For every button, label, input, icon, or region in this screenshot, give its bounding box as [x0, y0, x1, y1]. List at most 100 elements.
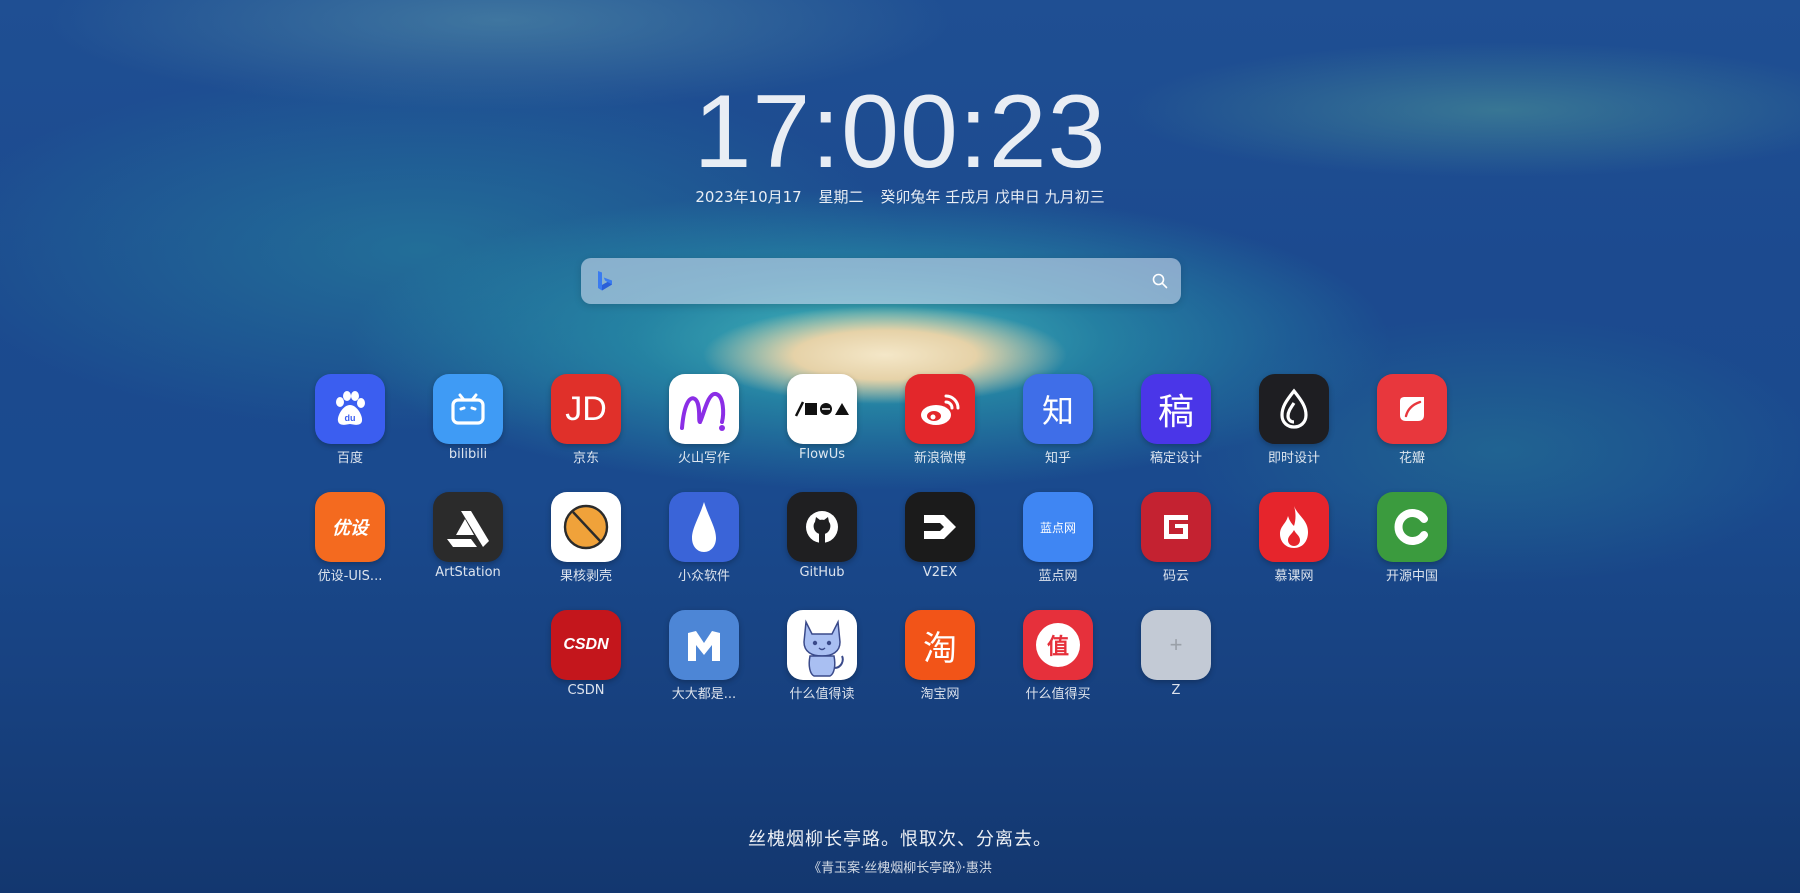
shortcut-taobao[interactable]: 淘 淘宝网 — [890, 610, 990, 702]
shortcut-jd[interactable]: JD 京东 — [536, 374, 636, 466]
shortcut-label: 优设-UIS... — [317, 569, 383, 584]
shortcut-artstation[interactable]: ArtStation — [418, 492, 518, 580]
github-icon[interactable] — [787, 492, 857, 562]
date-line: 2023年10月17 星期二 癸卯兔年 壬戌月 戊申日 九月初三 — [0, 186, 1800, 207]
shortcut-bilibili[interactable]: bilibili — [418, 374, 518, 462]
smzdm-badge: 值 — [1036, 623, 1080, 667]
shortcut-dadadu[interactable]: 大大都是... — [654, 610, 754, 702]
shortcut-weibo[interactable]: 新浪微博 — [890, 374, 990, 466]
shortcut-label: 即时设计 — [1267, 451, 1320, 466]
jd-text: JD — [565, 389, 607, 428]
flame-icon[interactable] — [1259, 492, 1329, 562]
shortcut-label: GitHub — [799, 565, 845, 580]
bilibili-tv-icon[interactable] — [433, 374, 503, 444]
shortcut-jishi[interactable]: 即时设计 — [1244, 374, 1344, 466]
shortcut-label: 什么值得读 — [789, 687, 855, 702]
plus-text: + — [1169, 632, 1183, 657]
shortcut-label: 知乎 — [1044, 451, 1071, 466]
shortcut-label: CSDN — [567, 683, 605, 698]
shortcut-baidu[interactable]: du 百度 — [300, 374, 400, 466]
oschina-icon[interactable] — [1377, 492, 1447, 562]
shortcut-label: 码云 — [1162, 569, 1189, 584]
shortcut-label: 果核剥壳 — [559, 569, 612, 584]
plus-icon[interactable]: + — [1141, 610, 1211, 680]
clock-time: 17:00:23 — [693, 74, 1107, 190]
shortcut-uisdc[interactable]: 优设 优设-UIS... — [300, 492, 400, 584]
shortcut-label: 什么值得买 — [1025, 687, 1091, 702]
search-icon[interactable] — [1151, 272, 1169, 290]
svg-text:du: du — [345, 413, 356, 423]
lunar-date: 癸卯兔年 壬戌月 戊申日 九月初三 — [880, 188, 1105, 206]
shortcut-label: 小众软件 — [677, 569, 730, 584]
gaoding-text: 稿 — [1157, 392, 1194, 433]
gaoding-icon[interactable]: 稿 — [1141, 374, 1211, 444]
v2ex-icon[interactable] — [905, 492, 975, 562]
shortcut-label: ArtStation — [435, 565, 501, 580]
shortcut-huaban[interactable]: 花瓣 — [1362, 374, 1462, 466]
search-bar[interactable] — [581, 258, 1181, 304]
shortcut-oschina[interactable]: 开源中国 — [1362, 492, 1462, 584]
csdn-text: CSDN — [563, 636, 609, 653]
bing-icon[interactable] — [595, 270, 615, 292]
shortcut-github[interactable]: GitHub — [772, 492, 872, 580]
poem-source: 《青玉案·丝槐烟柳长亭路》·惠洪 — [808, 861, 992, 876]
shortcut-label: 大大都是... — [671, 687, 737, 702]
csdn-icon[interactable]: CSDN — [551, 610, 621, 680]
shortcut-label: 京东 — [572, 451, 599, 466]
jd-icon[interactable]: JD — [551, 374, 621, 444]
shortcut-label: 蓝点网 — [1038, 569, 1078, 584]
shortcut-label: bilibili — [448, 447, 488, 462]
shortcut-label: 淘宝网 — [920, 687, 960, 702]
search-input[interactable] — [621, 266, 1135, 298]
shortcut-appinn[interactable]: 小众软件 — [654, 492, 754, 584]
shortcut-gaoding[interactable]: 稿 稿定设计 — [1126, 374, 1226, 466]
guohe-icon[interactable] — [551, 492, 621, 562]
shortcut-label: 开源中国 — [1385, 569, 1438, 584]
shortcut-label: Z — [1171, 683, 1181, 698]
uisdc-text: 优设 — [332, 518, 368, 539]
shortcut-label: 新浪微博 — [913, 451, 966, 466]
jishi-design-icon[interactable] — [1259, 374, 1329, 444]
flowus-icon[interactable] — [787, 374, 857, 444]
huoshan-write-icon[interactable] — [669, 374, 739, 444]
weibo-icon[interactable] — [905, 374, 975, 444]
shortcut-landian[interactable]: 蓝点网 蓝点网 — [1008, 492, 1108, 584]
shortcut-imooc[interactable]: 慕课网 — [1244, 492, 1344, 584]
shortcut-v2ex[interactable]: V2EX — [890, 492, 990, 580]
shortcut-label: FlowUs — [799, 447, 845, 462]
shortcut-label: 百度 — [336, 451, 363, 466]
shortcut-gitee[interactable]: 码云 — [1126, 492, 1226, 584]
shortcut-guohe[interactable]: 果核剥壳 — [536, 492, 636, 584]
smzdm-icon[interactable]: 值 — [1023, 610, 1093, 680]
shortcut-flowus[interactable]: FlowUs — [772, 374, 872, 462]
m-logo-icon[interactable] — [669, 610, 739, 680]
shortcut-zhihu[interactable]: 知 知乎 — [1008, 374, 1108, 466]
taobao-icon[interactable]: 淘 — [905, 610, 975, 680]
drop-icon[interactable] — [669, 492, 739, 562]
huaban-icon[interactable] — [1377, 374, 1447, 444]
shortcut-label: 火山写作 — [677, 451, 730, 466]
zhihu-icon[interactable]: 知 — [1023, 374, 1093, 444]
gitee-icon[interactable] — [1141, 492, 1211, 562]
shortcut-label: 花瓣 — [1398, 451, 1425, 466]
shortcut-huoshan[interactable]: 火山写作 — [654, 374, 754, 466]
taobao-text: 淘 — [923, 628, 957, 669]
landian-text: 蓝点网 — [1039, 520, 1076, 535]
baidu-paw-icon[interactable]: du — [315, 374, 385, 444]
smzdm-text: 值 — [1046, 635, 1069, 660]
weekday: 星期二 — [818, 188, 864, 206]
landian-icon[interactable]: 蓝点网 — [1023, 492, 1093, 562]
add-shortcut-button[interactable]: + Z — [1126, 610, 1226, 698]
uisdc-icon[interactable]: 优设 — [315, 492, 385, 562]
shortcut-label: V2EX — [922, 565, 958, 580]
gregorian-date: 2023年10月17 — [695, 188, 802, 206]
shortcut-csdn[interactable]: CSDN CSDN — [536, 610, 636, 698]
cat-icon[interactable] — [787, 610, 857, 680]
artstation-icon[interactable] — [433, 492, 503, 562]
poem-quote: 丝槐烟柳长亭路。恨取次、分离去。 — [748, 829, 1052, 850]
shortcut-smzdm[interactable]: 值 什么值得买 — [1008, 610, 1108, 702]
shortcut-label: 稿定设计 — [1149, 451, 1202, 466]
shortcut-smzdd[interactable]: 什么值得读 — [772, 610, 872, 702]
zhihu-text: 知 — [1041, 392, 1074, 430]
shortcut-label: 慕课网 — [1274, 569, 1314, 584]
